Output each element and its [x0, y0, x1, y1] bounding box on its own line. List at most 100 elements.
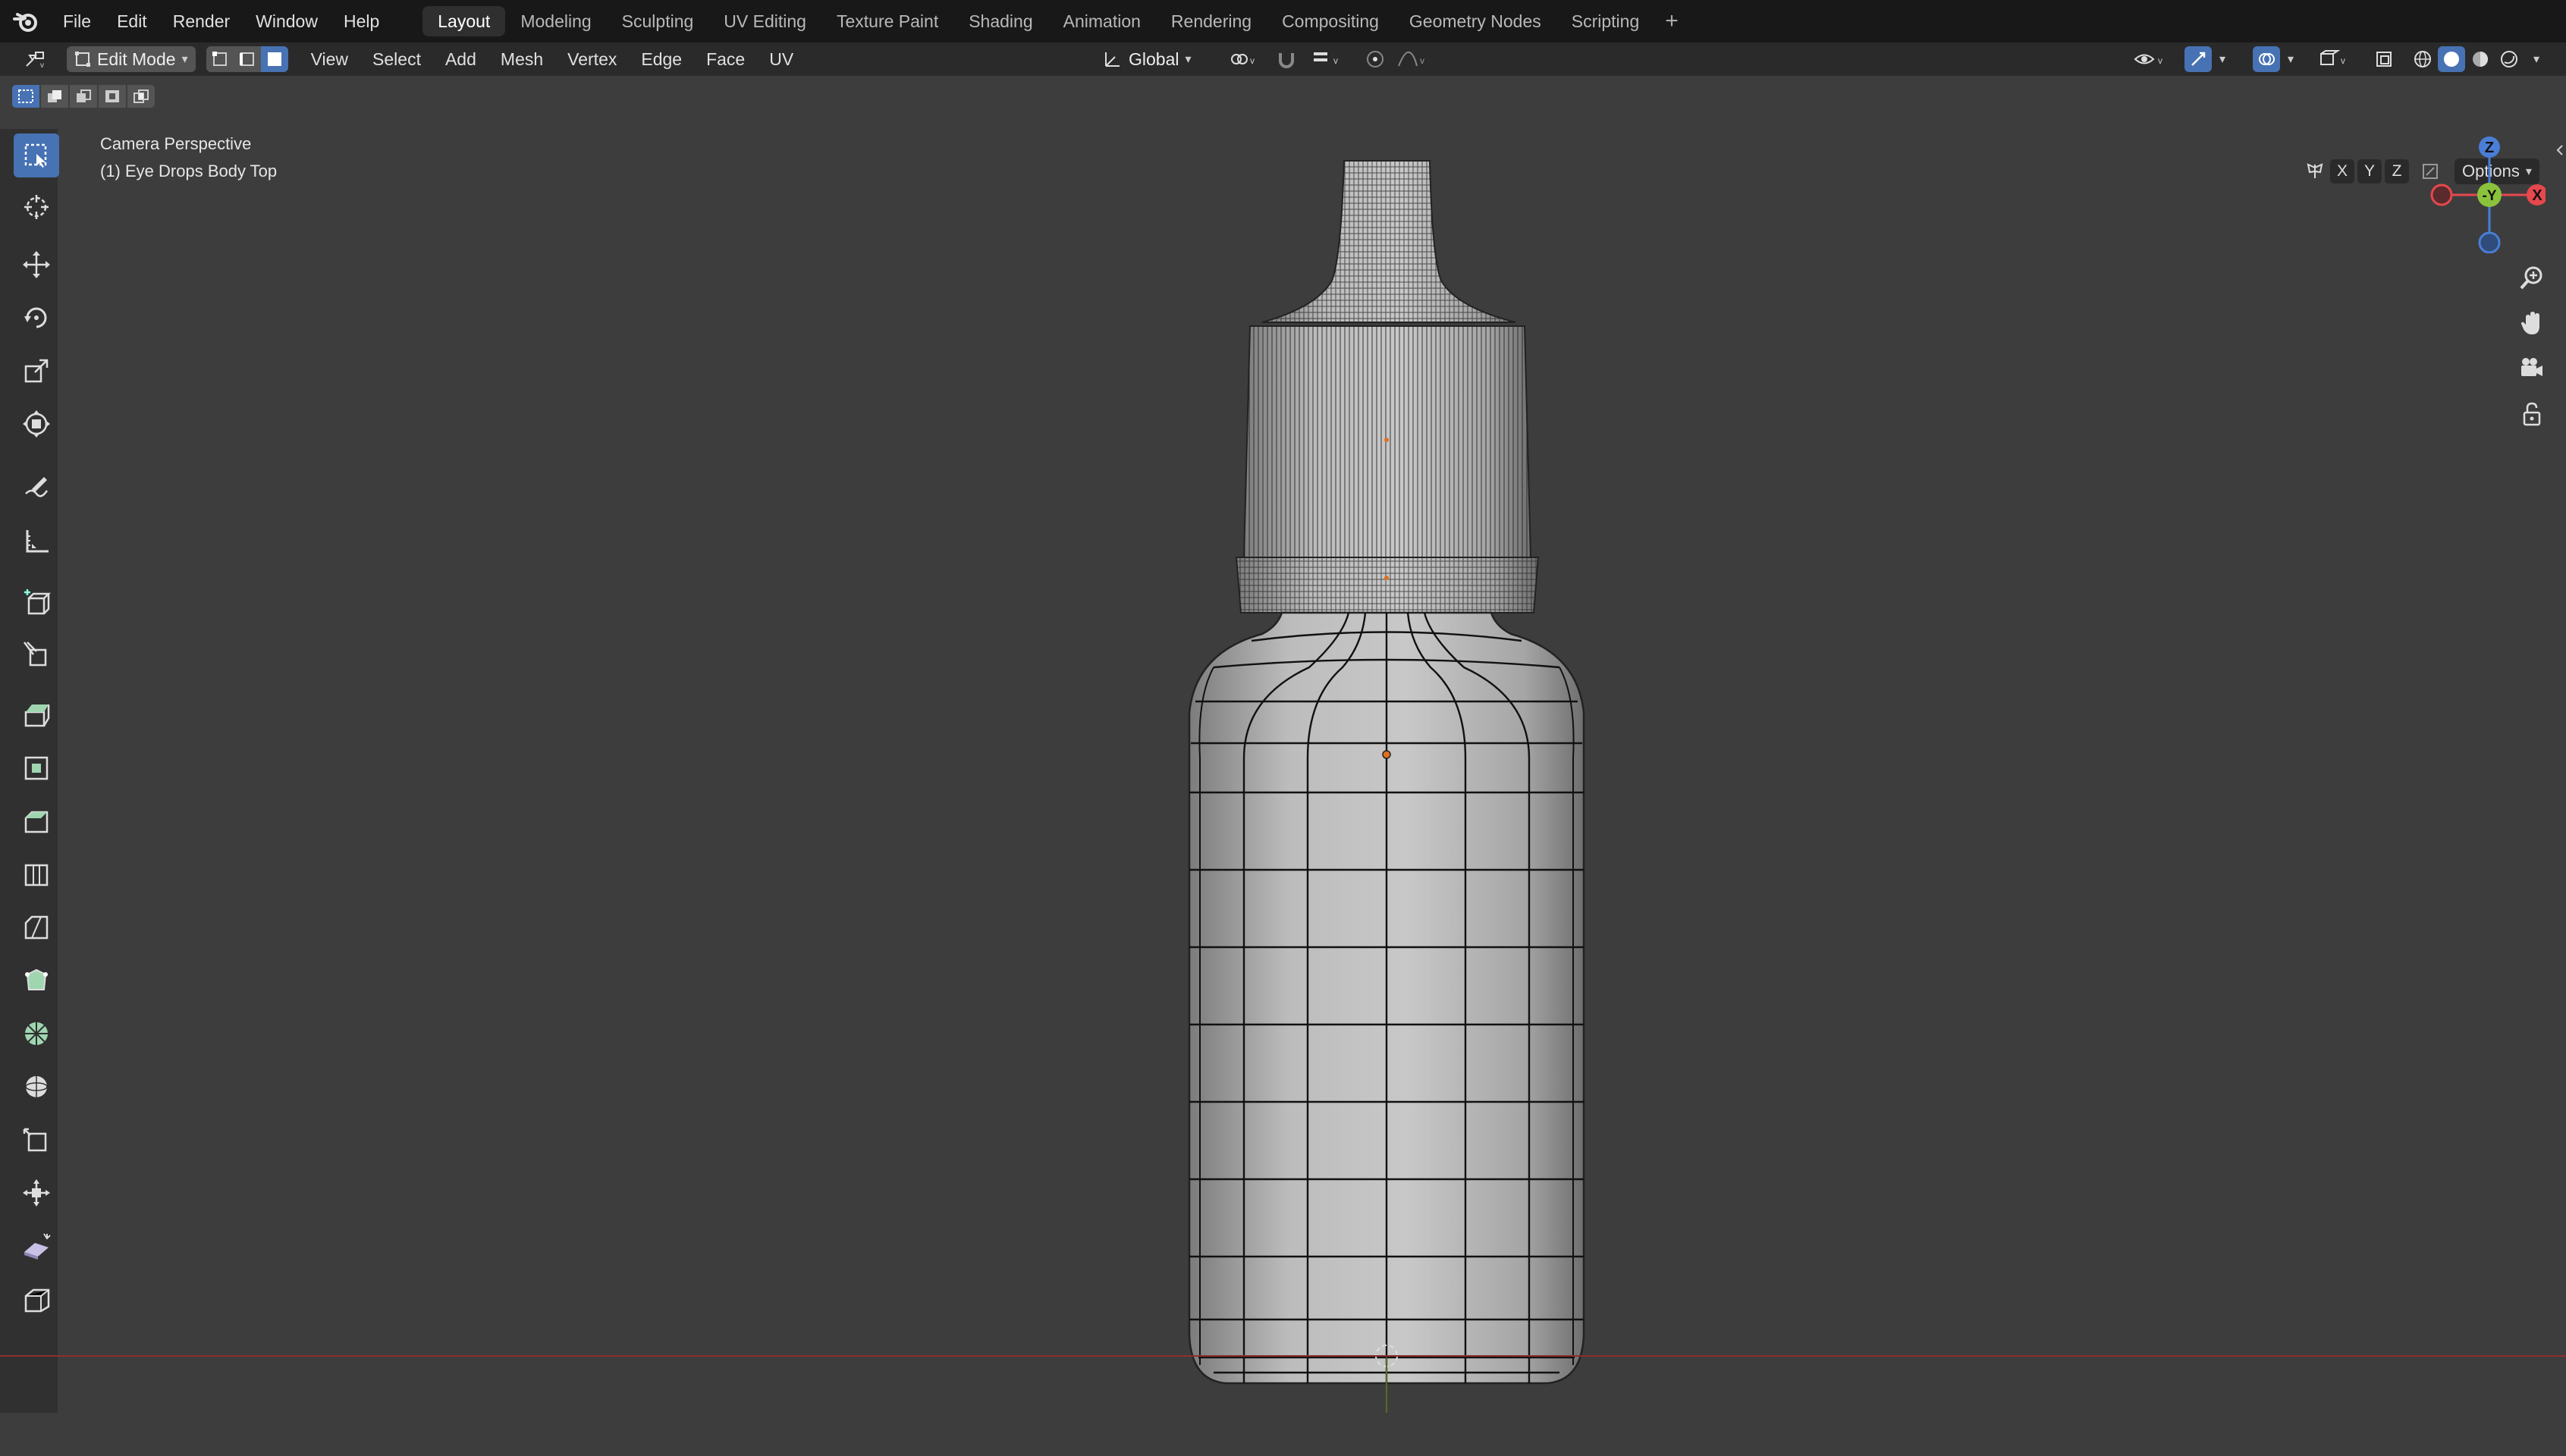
add-workspace-button[interactable]: +: [1654, 6, 1689, 36]
sidebar-toggle-icon[interactable]: [2555, 143, 2565, 158]
transform-orientation-dropdown[interactable]: Global ▾: [1095, 46, 1199, 72]
face-select-button[interactable]: [260, 46, 288, 72]
menu-uv[interactable]: UV: [757, 49, 806, 70]
neg-x-axis-handle[interactable]: [2430, 184, 2453, 206]
spin-knife-tool[interactable]: [14, 632, 59, 676]
shading-dropdown-button[interactable]: ▾: [2526, 46, 2547, 72]
measure-tool[interactable]: [14, 519, 59, 563]
edge-select-button[interactable]: [233, 46, 261, 72]
svg-text:v: v: [1250, 55, 1255, 66]
chevron-down-icon: ▾: [2287, 53, 2294, 66]
move-icon: [23, 251, 50, 278]
extrude-tool[interactable]: [14, 693, 59, 737]
move-tool[interactable]: [14, 243, 59, 287]
tab-texture-paint[interactable]: Texture Paint: [821, 6, 953, 36]
menu-face[interactable]: Face: [694, 49, 757, 70]
orientation-axes-icon: [1105, 52, 1120, 67]
select-intersect-icon: [133, 89, 149, 103]
cursor-tool[interactable]: [14, 185, 59, 229]
mirror-x-button[interactable]: X: [2330, 159, 2354, 184]
tab-sculpting[interactable]: Sculpting: [607, 6, 709, 36]
tab-scripting[interactable]: Scripting: [1556, 6, 1654, 36]
camera-view-button[interactable]: [2514, 350, 2550, 387]
menu-select[interactable]: Select: [360, 49, 433, 70]
tab-animation[interactable]: Animation: [1048, 6, 1156, 36]
shading-wireframe-button[interactable]: [2409, 46, 2436, 72]
shear-tool[interactable]: [14, 1224, 59, 1268]
xray-toggle-button[interactable]: [2371, 46, 2397, 72]
mesh-edit-overlay-button[interactable]: v: [2313, 46, 2356, 72]
neg-z-axis-handle[interactable]: [2478, 231, 2501, 253]
scale-tool[interactable]: [14, 349, 59, 393]
select-extend-button[interactable]: [41, 85, 68, 108]
mirror-y-button[interactable]: Y: [2357, 159, 2382, 184]
pencil-icon: [25, 477, 49, 497]
to-sphere-tool[interactable]: [14, 1277, 59, 1321]
shading-rendered-button[interactable]: [2495, 46, 2523, 72]
tab-layout[interactable]: Layout: [422, 6, 506, 36]
snap-toggle-button[interactable]: [1271, 46, 1302, 72]
select-box-tool[interactable]: [14, 133, 59, 177]
mode-dropdown[interactable]: Edit Mode ▾: [67, 46, 196, 72]
mirror-z-button[interactable]: Z: [2385, 159, 2409, 184]
overlay-dropdown-button[interactable]: ▾: [2282, 46, 2300, 72]
menu-edit[interactable]: Edit: [104, 0, 160, 42]
tab-shading[interactable]: Shading: [953, 6, 1047, 36]
mirror-toggle-button[interactable]: [2303, 159, 2327, 184]
pivot-point-button[interactable]: v: [1223, 46, 1265, 72]
visibility-button[interactable]: v: [2130, 46, 2171, 72]
loop-cut-tool[interactable]: [14, 852, 59, 896]
menu-add[interactable]: Add: [433, 49, 488, 70]
tab-modeling[interactable]: Modeling: [505, 6, 606, 36]
menu-render[interactable]: Render: [160, 0, 243, 42]
blender-logo-icon[interactable]: [11, 6, 41, 36]
snap-target-button[interactable]: v: [1305, 46, 1350, 72]
select-new-button[interactable]: [12, 85, 39, 108]
tab-rendering[interactable]: Rendering: [1156, 6, 1267, 36]
menu-file[interactable]: File: [50, 0, 104, 42]
falloff-button[interactable]: v: [1391, 46, 1437, 72]
vertex-select-button[interactable]: [206, 46, 234, 72]
hand-icon: [2521, 312, 2539, 334]
tab-uv-editing[interactable]: UV Editing: [708, 6, 821, 36]
3d-viewport[interactable]: Camera Perspective (1) Eye Drops Body To…: [0, 76, 2566, 1413]
rotate-tool[interactable]: [14, 296, 59, 340]
inset-tool[interactable]: [14, 746, 59, 790]
shading-solid-button[interactable]: [2438, 46, 2465, 72]
tab-compositing[interactable]: Compositing: [1267, 6, 1394, 36]
smooth-tool[interactable]: [14, 1065, 59, 1109]
zoom-button[interactable]: [2514, 259, 2550, 296]
knife-icon: [24, 915, 49, 940]
menu-edge[interactable]: Edge: [629, 49, 694, 70]
select-invert-button[interactable]: [99, 85, 126, 108]
transform-tool[interactable]: [14, 402, 59, 446]
active-object-label: (1) Eye Drops Body Top: [100, 162, 278, 180]
editor-type-button[interactable]: v: [14, 46, 59, 72]
add-cube-tool[interactable]: [14, 581, 59, 625]
gizmo-dropdown-button[interactable]: ▾: [2213, 46, 2232, 72]
overlay-toggle-button[interactable]: [2253, 46, 2280, 72]
menu-window[interactable]: Window: [243, 0, 331, 42]
ruler-icon: [26, 530, 49, 553]
tab-geometry-nodes[interactable]: Geometry Nodes: [1394, 6, 1556, 36]
select-subtract-button[interactable]: [70, 85, 97, 108]
menu-help[interactable]: Help: [331, 0, 392, 42]
shrink-fatten-tool[interactable]: [14, 1118, 59, 1162]
lock-view-button[interactable]: [2514, 396, 2550, 432]
poly-build-tool[interactable]: [14, 959, 59, 1003]
menu-view[interactable]: View: [299, 49, 360, 70]
select-intersect-button[interactable]: [127, 85, 155, 108]
push-pull-tool[interactable]: [14, 1171, 59, 1215]
bevel-tool[interactable]: [14, 799, 59, 843]
spin-tool[interactable]: [14, 1012, 59, 1056]
navigation-gizmo[interactable]: Z X -Y: [2424, 132, 2546, 253]
proportional-edit-button[interactable]: [1362, 46, 1388, 72]
annotate-tool[interactable]: [14, 466, 59, 510]
gizmo-toggle-button[interactable]: [2184, 46, 2212, 72]
menu-vertex[interactable]: Vertex: [555, 49, 629, 70]
select-new-icon: [18, 89, 33, 103]
shading-material-button[interactable]: [2467, 46, 2494, 72]
knife-tool[interactable]: [14, 905, 59, 949]
pan-button[interactable]: [2514, 305, 2550, 341]
menu-mesh[interactable]: Mesh: [488, 49, 555, 70]
